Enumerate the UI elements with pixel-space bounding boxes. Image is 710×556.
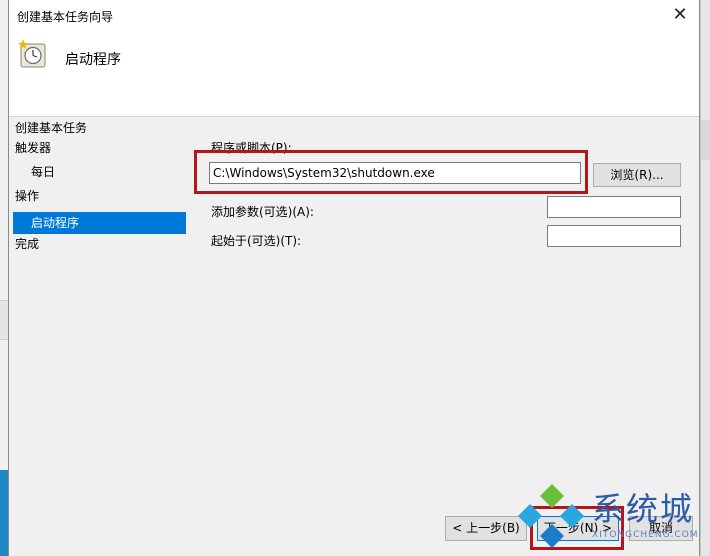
step-action[interactable]: 操作 (9, 185, 187, 207)
back-button[interactable]: < 上一步(B) (445, 516, 527, 541)
program-label: 程序或脚本(P): (211, 141, 292, 155)
background-strip (701, 120, 710, 160)
create-basic-task-wizard: 创建基本任务向导 ✕ 启动程序 创建基本任务 触发器 每日 操作 启动程序 完成… (8, 0, 700, 556)
background-window-left (0, 0, 8, 556)
background-window-right (700, 0, 710, 556)
browse-button[interactable]: 浏览(R)... (593, 163, 681, 187)
site-watermark: 系统城 XITONGCHENG.COM (516, 482, 706, 552)
program-input[interactable]: C:\Windows\System32\shutdown.exe (209, 162, 581, 184)
step-trigger[interactable]: 触发器 (9, 137, 187, 159)
background-strip (0, 300, 8, 340)
window-title: 创建基本任务向导 (17, 10, 114, 24)
start-in-input[interactable] (547, 225, 681, 247)
clock-icon (18, 39, 46, 68)
background-strip (0, 470, 8, 556)
page-heading: 启动程序 (65, 52, 121, 68)
step-start-program[interactable]: 启动程序 (13, 212, 186, 234)
step-create-basic-task[interactable]: 创建基本任务 (9, 117, 187, 139)
wizard-header: 启动程序 (9, 31, 699, 117)
step-finish[interactable]: 完成 (9, 233, 187, 255)
wizard-steps: 创建基本任务 触发器 每日 操作 启动程序 完成 (9, 117, 187, 517)
watermark-text: 系统城 (592, 490, 695, 528)
diamond-logo-icon (518, 484, 584, 548)
arguments-label: 添加参数(可选)(A): (211, 205, 314, 219)
start-in-label: 起始于(可选)(T): (211, 234, 302, 248)
title-bar: 创建基本任务向导 ✕ (9, 0, 699, 31)
action-form: 程序或脚本(P): C:\Windows\System32\shutdown.e… (209, 117, 689, 517)
step-daily[interactable]: 每日 (9, 161, 187, 183)
watermark-subtext: XITONGCHENG.COM (592, 530, 699, 540)
arguments-input[interactable] (547, 196, 681, 218)
close-button[interactable]: ✕ (669, 4, 691, 26)
